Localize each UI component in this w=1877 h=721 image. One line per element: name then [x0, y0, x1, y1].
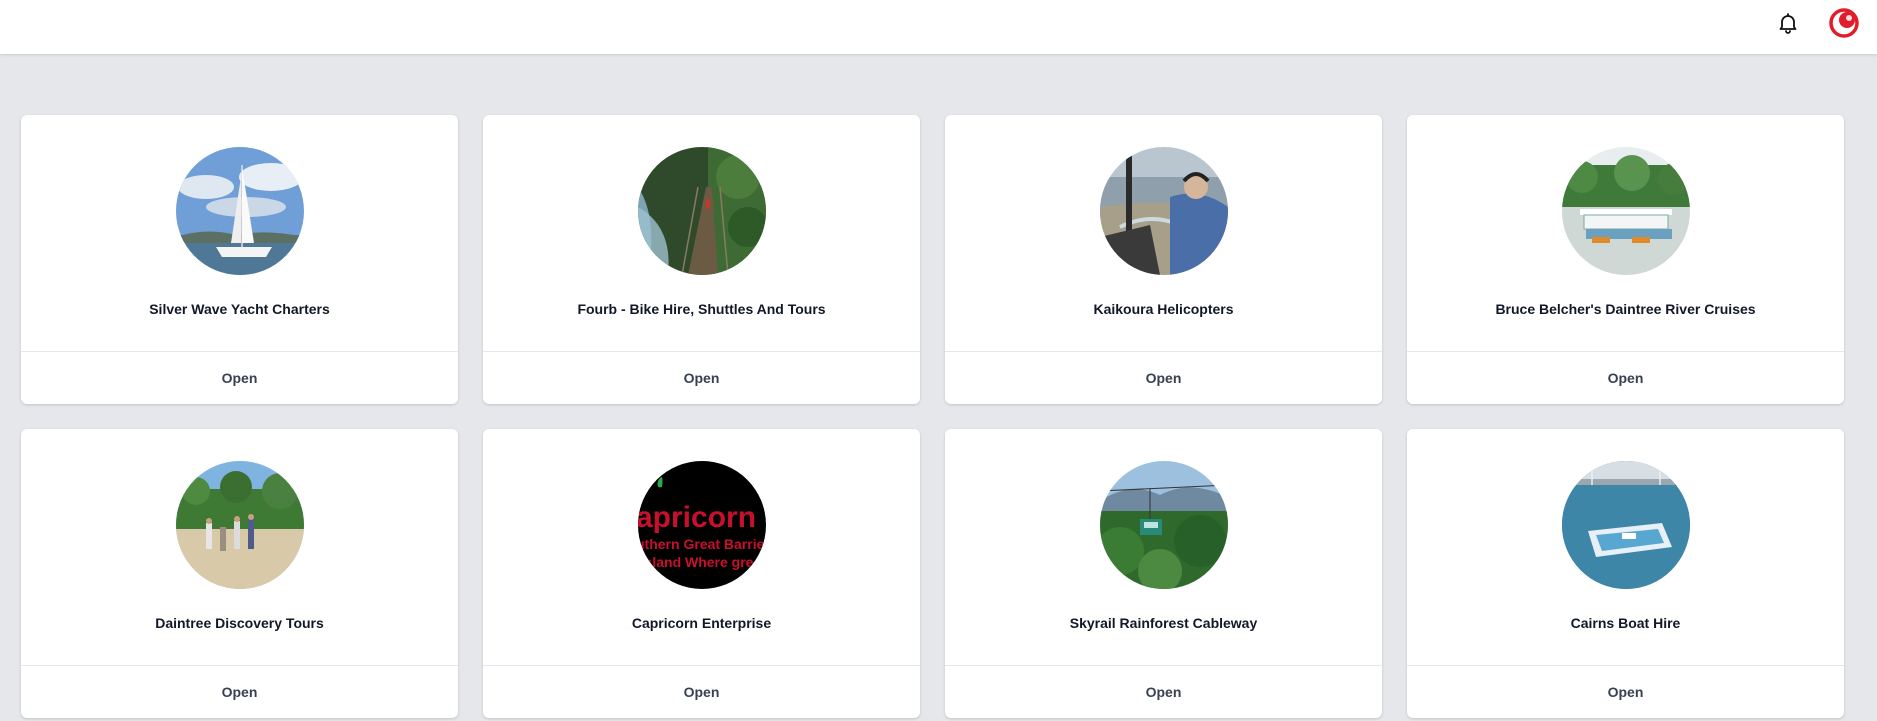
card-footer: Open: [21, 665, 458, 718]
svg-text:apricorn Co: apricorn Co: [638, 501, 766, 534]
bell-icon[interactable]: [1776, 11, 1800, 35]
card-footer: Open: [945, 351, 1382, 404]
business-card: Silver Wave Yacht Charters Open: [21, 115, 458, 404]
business-card: Cairns Boat Hire Open: [1407, 429, 1844, 718]
open-button[interactable]: Open: [1608, 684, 1644, 700]
user-avatar-icon[interactable]: [1829, 8, 1859, 38]
card-title: Fourb - Bike Hire, Shuttles And Tours: [577, 301, 826, 317]
card-footer: Open: [21, 351, 458, 404]
open-button[interactable]: Open: [684, 370, 720, 386]
open-button[interactable]: Open: [222, 684, 258, 700]
open-button[interactable]: Open: [222, 370, 258, 386]
card-footer: Open: [483, 665, 920, 718]
beach-group-photo: [175, 461, 304, 589]
open-button[interactable]: Open: [1608, 370, 1644, 386]
open-button[interactable]: Open: [684, 684, 720, 700]
card-title: Kaikoura Helicopters: [1093, 301, 1234, 317]
card-footer: Open: [1407, 665, 1844, 718]
card-footer: Open: [1407, 351, 1844, 404]
business-card: Fourb - Bike Hire, Shuttles And Tours Op…: [483, 115, 920, 404]
card-title: Skyrail Rainforest Cableway: [1069, 615, 1258, 631]
card-title: Daintree Discovery Tours: [155, 615, 324, 631]
helicopter-cockpit-photo: [1099, 147, 1228, 275]
svg-text:uthern Great Barrier: uthern Great Barrier: [638, 536, 766, 552]
business-card: Daintree Discovery Tours Open: [21, 429, 458, 718]
business-card: Skyrail Rainforest Cableway Open: [945, 429, 1382, 718]
boat-marina-photo: [1561, 461, 1690, 589]
catamaran-photo: [175, 147, 304, 275]
card-title: Bruce Belcher's Daintree River Cruises: [1495, 301, 1756, 317]
svg-text:nsland Where gre: nsland Where gre: [638, 554, 754, 570]
open-button[interactable]: Open: [1146, 684, 1182, 700]
business-card-grid: Silver Wave Yacht Charters Open Fourb - …: [21, 115, 1845, 718]
suspension-bridge-photo: [637, 147, 766, 275]
river-boat-photo: [1561, 147, 1690, 275]
capricorn-logo: apricorn Co uthern Great Barrier nsland …: [637, 461, 766, 589]
card-footer: Open: [945, 665, 1382, 718]
top-bar: [0, 0, 1877, 54]
open-button[interactable]: Open: [1146, 370, 1182, 386]
card-title: Capricorn Enterprise: [631, 615, 772, 631]
business-card: apricorn Co uthern Great Barrier nsland …: [483, 429, 920, 718]
card-footer: Open: [483, 351, 920, 404]
business-card: Bruce Belcher's Daintree River Cruises O…: [1407, 115, 1844, 404]
business-card: Kaikoura Helicopters Open: [945, 115, 1382, 404]
card-title: Cairns Boat Hire: [1570, 615, 1681, 631]
cableway-photo: [1099, 461, 1228, 589]
card-title: Silver Wave Yacht Charters: [149, 301, 330, 317]
